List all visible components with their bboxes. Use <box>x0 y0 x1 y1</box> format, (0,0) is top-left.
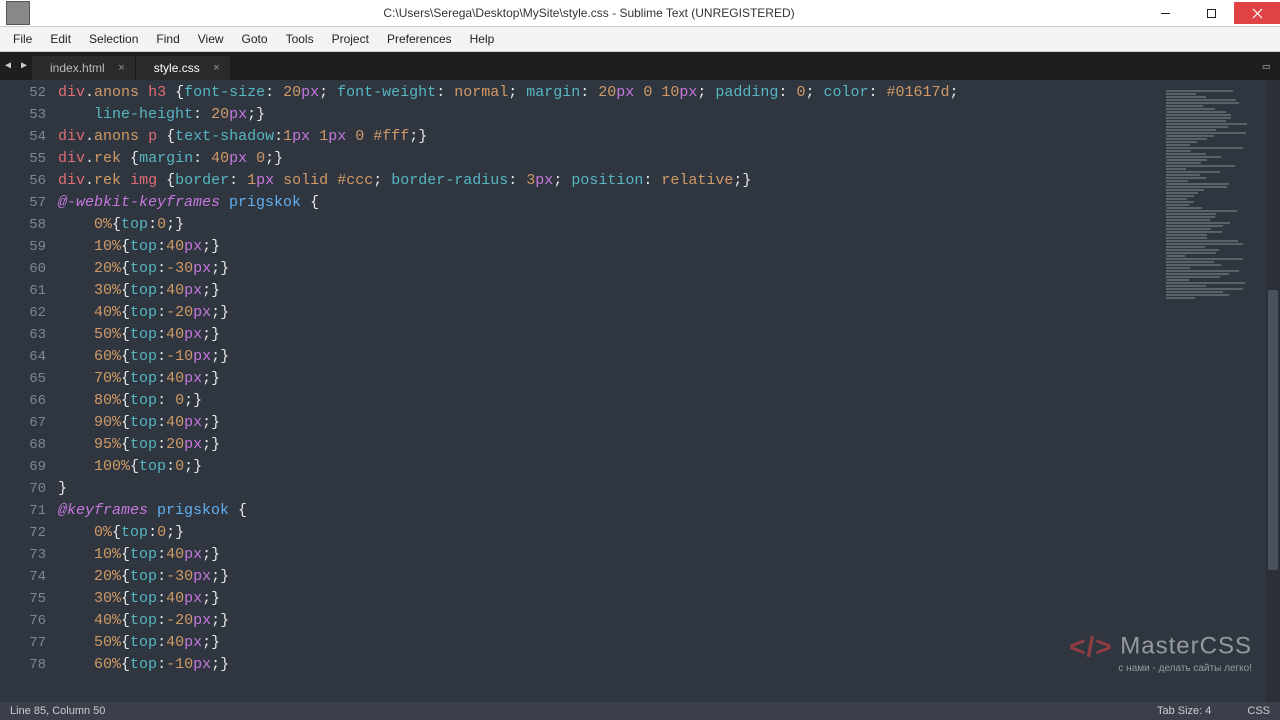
code-line: 30%{top:40px;} <box>58 588 1156 610</box>
menu-tools[interactable]: Tools <box>277 30 323 48</box>
code-line: div.anons h3 {font-size: 20px; font-weig… <box>58 82 1156 104</box>
window-titlebar: C:\Users\Serega\Desktop\MySite\style.css… <box>0 0 1280 27</box>
code-line: 50%{top:40px;} <box>58 324 1156 346</box>
tab-close-icon[interactable]: × <box>213 62 219 74</box>
editor: 5253545556575859606162636465666768697071… <box>0 80 1280 702</box>
tab-label: style.css <box>154 61 200 75</box>
code-line: @-webkit-keyframes prigskok { <box>58 192 1156 214</box>
menu-preferences[interactable]: Preferences <box>378 30 461 48</box>
window-title: C:\Users\Serega\Desktop\MySite\style.css… <box>36 6 1142 20</box>
code-line: div.rek img {border: 1px solid #ccc; bor… <box>58 170 1156 192</box>
status-syntax[interactable]: CSS <box>1247 705 1270 717</box>
code-line: 10%{top:40px;} <box>58 544 1156 566</box>
line-number: 59 <box>0 236 46 258</box>
line-number: 78 <box>0 654 46 676</box>
line-number: 58 <box>0 214 46 236</box>
app-icon <box>6 1 30 25</box>
code-line: 100%{top:0;} <box>58 456 1156 478</box>
scrollbar-thumb[interactable] <box>1268 290 1278 570</box>
menu-edit[interactable]: Edit <box>41 30 80 48</box>
tab-nav-right-icon[interactable]: ▶ <box>16 56 32 76</box>
line-number: 53 <box>0 104 46 126</box>
line-number: 62 <box>0 302 46 324</box>
code-line: 30%{top:40px;} <box>58 280 1156 302</box>
line-number: 52 <box>0 82 46 104</box>
vertical-scrollbar[interactable] <box>1266 80 1280 702</box>
code-line: line-height: 20px;} <box>58 104 1156 126</box>
code-line: 60%{top:-10px;} <box>58 346 1156 368</box>
menu-view[interactable]: View <box>189 30 233 48</box>
tab-index-html[interactable]: index.html × <box>32 56 136 80</box>
code-line: 70%{top:40px;} <box>58 368 1156 390</box>
menu-find[interactable]: Find <box>147 30 188 48</box>
line-number: 60 <box>0 258 46 280</box>
code-line: 60%{top:-10px;} <box>58 654 1156 676</box>
line-number: 56 <box>0 170 46 192</box>
panes-icon[interactable]: ▭ <box>1263 59 1270 74</box>
code-line: 0%{top:0;} <box>58 522 1156 544</box>
menu-help[interactable]: Help <box>461 30 504 48</box>
menu-goto[interactable]: Goto <box>233 30 277 48</box>
line-number: 61 <box>0 280 46 302</box>
window-close-button[interactable] <box>1234 2 1280 24</box>
code-area[interactable]: div.anons h3 {font-size: 20px; font-weig… <box>58 80 1156 702</box>
line-number: 76 <box>0 610 46 632</box>
maximize-icon <box>1206 8 1217 19</box>
line-number: 67 <box>0 412 46 434</box>
code-line: 90%{top:40px;} <box>58 412 1156 434</box>
code-line: 10%{top:40px;} <box>58 236 1156 258</box>
tab-style-css[interactable]: style.css × <box>136 56 231 80</box>
code-line: 40%{top:-20px;} <box>58 610 1156 632</box>
line-number: 57 <box>0 192 46 214</box>
line-number: 66 <box>0 390 46 412</box>
menu-selection[interactable]: Selection <box>80 30 147 48</box>
line-number: 65 <box>0 368 46 390</box>
code-line: div.rek {margin: 40px 0;} <box>58 148 1156 170</box>
code-line: 95%{top:20px;} <box>58 434 1156 456</box>
tab-label: index.html <box>50 61 105 75</box>
status-cursor-position: Line 85, Column 50 <box>10 705 105 717</box>
line-number: 63 <box>0 324 46 346</box>
line-number-gutter: 5253545556575859606162636465666768697071… <box>0 80 58 702</box>
line-number: 75 <box>0 588 46 610</box>
menu-file[interactable]: File <box>4 30 41 48</box>
code-line: } <box>58 478 1156 500</box>
line-number: 55 <box>0 148 46 170</box>
status-bar: Line 85, Column 50 Tab Size: 4 CSS <box>0 702 1280 720</box>
line-number: 73 <box>0 544 46 566</box>
tabbar: ◀ ▶ index.html × style.css × ▭ <box>0 52 1280 80</box>
line-number: 54 <box>0 126 46 148</box>
tab-close-icon[interactable]: × <box>118 62 124 74</box>
line-number: 71 <box>0 500 46 522</box>
line-number: 68 <box>0 434 46 456</box>
close-icon <box>1252 8 1263 19</box>
code-line: 40%{top:-20px;} <box>58 302 1156 324</box>
code-line: @keyframes prigskok { <box>58 500 1156 522</box>
minimap[interactable] <box>1156 80 1266 702</box>
menu-project[interactable]: Project <box>323 30 378 48</box>
window-maximize-button[interactable] <box>1188 2 1234 24</box>
line-number: 72 <box>0 522 46 544</box>
line-number: 69 <box>0 456 46 478</box>
minimize-icon <box>1160 8 1171 19</box>
window-minimize-button[interactable] <box>1142 2 1188 24</box>
code-line: 50%{top:40px;} <box>58 632 1156 654</box>
code-line: 20%{top:-30px;} <box>58 258 1156 280</box>
status-tab-size[interactable]: Tab Size: 4 <box>1157 705 1211 717</box>
code-line: div.anons p {text-shadow:1px 1px 0 #fff;… <box>58 126 1156 148</box>
line-number: 64 <box>0 346 46 368</box>
code-line: 0%{top:0;} <box>58 214 1156 236</box>
tab-nav-left-icon[interactable]: ◀ <box>0 56 16 76</box>
menubar: FileEditSelectionFindViewGotoToolsProjec… <box>0 27 1280 52</box>
line-number: 70 <box>0 478 46 500</box>
line-number: 74 <box>0 566 46 588</box>
code-line: 20%{top:-30px;} <box>58 566 1156 588</box>
code-line: 80%{top: 0;} <box>58 390 1156 412</box>
line-number: 77 <box>0 632 46 654</box>
